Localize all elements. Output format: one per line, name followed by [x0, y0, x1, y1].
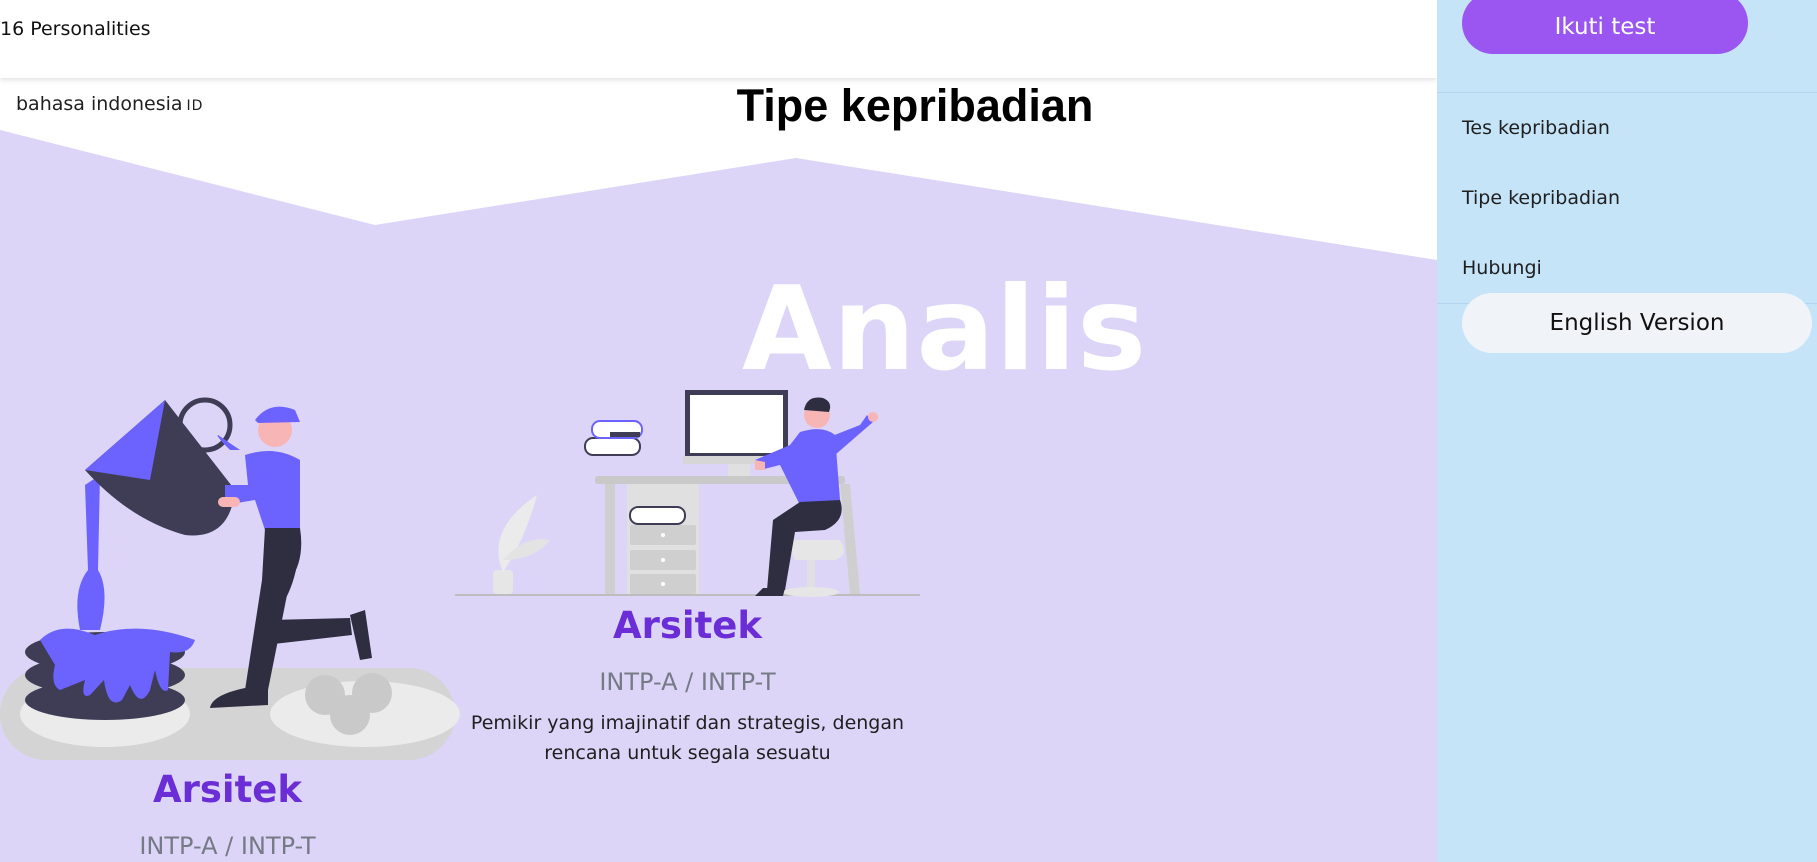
top-navbar: 16 Personalities [0, 0, 1437, 78]
take-test-button[interactable]: Ikuti test [1462, 0, 1748, 54]
card-1-codes: INTP-A / INTP-T [139, 832, 316, 860]
architect-illustration-2 [455, 390, 920, 597]
card-2-title[interactable]: Arsitek [455, 604, 920, 647]
card-2-description-line-1: Pemikir yang imajinatif dan strategis, d… [470, 712, 905, 734]
sidebar-item-personality-test[interactable]: Tes kepribadian [1462, 117, 1610, 139]
sidebar-item-personality-types[interactable]: Tipe kepribadian [1462, 187, 1620, 209]
sidebar-item-contact[interactable]: Hubungi [1462, 257, 1542, 279]
sidebar-divider [1437, 92, 1817, 93]
page-title: Tipe kepribadian [736, 80, 1094, 131]
architect-illustration-1 [0, 397, 460, 760]
card-2-description-line-2: rencana untuk segala sesuatu [544, 742, 831, 764]
card-2-codes: INTP-A / INTP-T [599, 668, 776, 696]
card-1-title[interactable]: Arsitek [0, 768, 455, 811]
main-content: 16 Personalities bahasa indonesia ID Tipe… [0, 0, 1437, 862]
group-heading-analis: Analis [742, 262, 1148, 397]
brand-logo-text[interactable]: 16 Personalities [0, 18, 151, 40]
english-version-button[interactable]: English Version [1462, 293, 1812, 353]
card-2-description: Pemikir yang imajinatif dan strategis, d… [455, 708, 920, 768]
sidebar-menu: Ikuti test Tes kepribadian Tipe kepribad… [1437, 0, 1817, 862]
